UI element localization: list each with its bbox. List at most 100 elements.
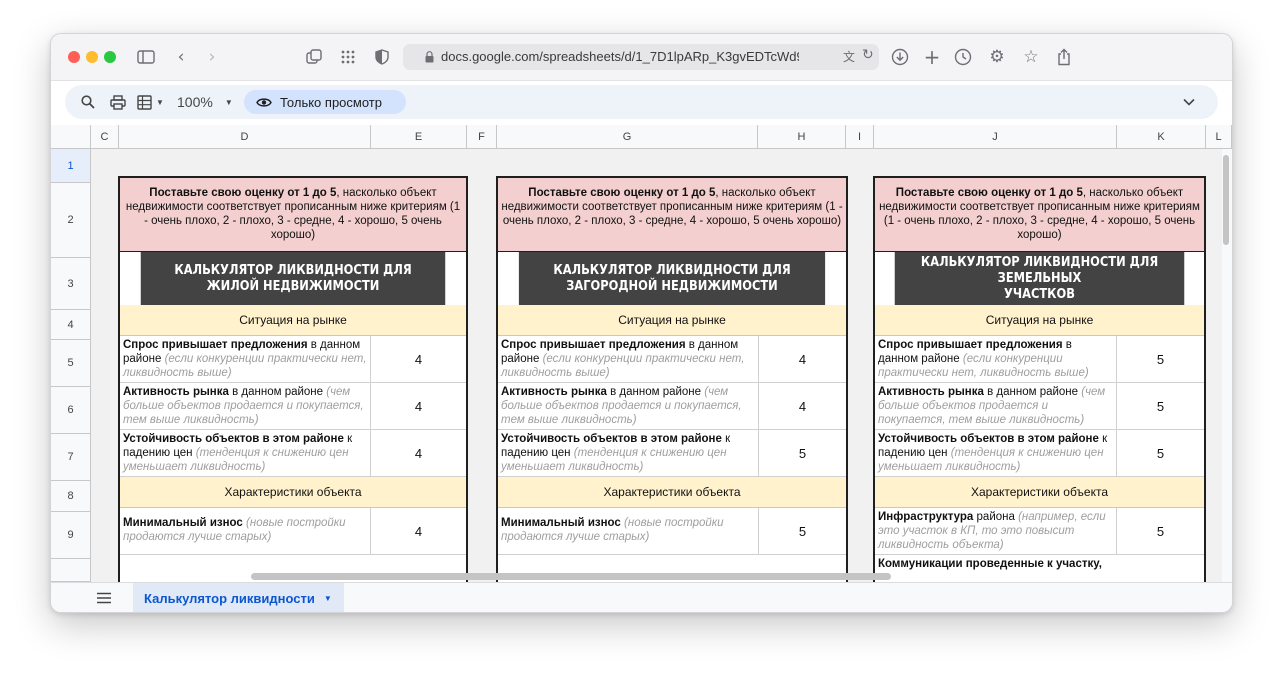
score-cell[interactable]: 4 [370, 383, 466, 430]
sheet-tab-caret-icon: ▼ [323, 593, 332, 603]
row-header[interactable]: 5 [51, 340, 91, 387]
column-header[interactable]: E [371, 125, 467, 149]
table-view-icon[interactable]: ▼ [137, 92, 164, 112]
row-header[interactable]: 9 [51, 512, 91, 559]
column-header[interactable]: H [758, 125, 846, 149]
sheet-tab-bar: Калькулятор ликвидности ▼ [51, 582, 1232, 612]
criterion-cell[interactable]: Устойчивость объектов в этом районе к па… [120, 430, 370, 477]
section-object: Характеристики объекта [120, 477, 466, 508]
calculator-card-country: Поставьте свою оценку от 1 до 5, насколь… [496, 176, 848, 582]
row-header[interactable]: 8 [51, 481, 91, 512]
section-object: Характеристики объекта [498, 477, 846, 508]
row-header[interactable]: 4 [51, 310, 91, 340]
new-tab-icon[interactable]: + [920, 45, 944, 69]
sheets-toolbar: ▼ 100% ▼ Только просмотр [65, 85, 1218, 119]
criterion-cell[interactable]: Минимальный износ (новые постройки прода… [498, 508, 758, 555]
view-only-label: Только просмотр [280, 94, 382, 110]
history-clock-icon[interactable] [951, 45, 975, 69]
view-only-chip[interactable]: Только просмотр [244, 90, 406, 114]
horizontal-scrollbar[interactable] [251, 573, 891, 580]
grid-apps-icon[interactable] [336, 45, 360, 69]
score-cell[interactable]: 4 [758, 336, 846, 383]
row-header[interactable]: 2 [51, 183, 91, 258]
sheet-cells[interactable]: Поставьте свою оценку от 1 до 5, насколь… [91, 149, 1222, 582]
criterion-cell[interactable]: Устойчивость объектов в этом районе к па… [875, 430, 1116, 477]
reload-icon[interactable]: ↻ [862, 47, 874, 63]
column-header[interactable]: I [846, 125, 874, 149]
minimize-window-button[interactable] [86, 51, 98, 63]
collapse-chevron-icon[interactable] [1183, 92, 1195, 112]
vertical-scrollbar[interactable] [1223, 155, 1229, 245]
score-cell[interactable]: 4 [370, 430, 466, 477]
eye-icon [256, 97, 272, 108]
score-cell[interactable]: 5 [758, 430, 846, 477]
column-header[interactable]: F [467, 125, 497, 149]
zoom-value: 100% [177, 94, 213, 110]
url-text: docs.google.com/spreadsheets/d/1_7D1lpAR… [441, 49, 799, 64]
instruction-note: Поставьте свою оценку от 1 до 5, насколь… [120, 178, 466, 252]
downloads-icon[interactable] [888, 45, 912, 69]
column-header[interactable]: K [1117, 125, 1206, 149]
score-cell[interactable]: 5 [1116, 508, 1204, 555]
row-header[interactable]: 6 [51, 387, 91, 434]
score-cell[interactable]: 5 [1116, 336, 1204, 383]
criterion-cell[interactable]: Активность рынка в данном районе (чем бо… [498, 383, 758, 430]
calculator-card-land: Поставьте свою оценку от 1 до 5, насколь… [873, 176, 1206, 582]
score-cell[interactable]: 4 [370, 336, 466, 383]
criterion-cell-partial[interactable]: Коммуникации проведенные к участку, [875, 555, 1204, 582]
criterion-cell[interactable]: Минимальный износ (новые постройки прода… [120, 508, 370, 555]
row-header[interactable] [51, 559, 91, 582]
criterion-cell[interactable]: Спрос привышает предложения в данном рай… [120, 336, 370, 383]
bookmark-star-icon[interactable]: ☆ [1019, 45, 1043, 69]
column-header[interactable]: J [874, 125, 1117, 149]
translate-icon[interactable]: 文 [843, 48, 855, 65]
criterion-cell[interactable]: Спрос привышает предложения в данном рай… [498, 336, 758, 383]
browser-window: ‹ › docs.google.com/spreadsheets/d/1_7D1… [50, 33, 1233, 613]
sheet-tab-label: Калькулятор ликвидности [144, 590, 315, 606]
sheet-tab-active[interactable]: Калькулятор ликвидности ▼ [133, 583, 344, 612]
back-icon[interactable]: ‹ [169, 45, 193, 69]
calculator-card-residential: Поставьте свою оценку от 1 до 5, насколь… [118, 176, 468, 582]
spreadsheet-grid[interactable]: C D E F G H I J K L 1 2 3 4 5 6 7 8 9 По… [51, 125, 1232, 582]
zoom-select[interactable]: 100% ▼ [177, 92, 233, 112]
close-window-button[interactable] [68, 51, 80, 63]
address-bar[interactable]: docs.google.com/spreadsheets/d/1_7D1lpAR… [403, 44, 879, 70]
section-market: Ситуация на рынке [120, 305, 466, 336]
tabs-overview-icon[interactable] [302, 45, 326, 69]
row-header[interactable]: 1 [51, 149, 91, 183]
column-header[interactable]: L [1206, 125, 1232, 149]
sidebar-toggle-icon[interactable] [134, 45, 158, 69]
browser-titlebar: ‹ › docs.google.com/spreadsheets/d/1_7D1… [51, 34, 1232, 81]
instruction-note: Поставьте свою оценку от 1 до 5, насколь… [875, 178, 1204, 252]
criterion-cell[interactable]: Спрос привышает предложения в данном рай… [875, 336, 1116, 383]
score-cell[interactable]: 4 [370, 508, 466, 555]
privacy-shield-icon[interactable] [370, 45, 394, 69]
forward-icon[interactable]: › [200, 45, 224, 69]
all-sheets-menu-icon[interactable] [97, 591, 111, 609]
criterion-cell[interactable]: Инфраструктура района (например, если эт… [875, 508, 1116, 555]
lock-icon [425, 50, 434, 68]
score-cell[interactable]: 4 [758, 383, 846, 430]
section-market: Ситуация на рынке [875, 305, 1204, 336]
share-icon[interactable] [1052, 45, 1076, 69]
instruction-note: Поставьте свою оценку от 1 до 5, насколь… [498, 178, 846, 252]
score-cell[interactable]: 5 [1116, 430, 1204, 477]
card-title: КАЛЬКУЛЯТОР ЛИКВИДНОСТИ ДЛЯ ЗАГОРОДНОЙ НЕ… [518, 252, 826, 305]
search-icon[interactable] [81, 92, 95, 112]
zoom-window-button[interactable] [104, 51, 116, 63]
row-header[interactable]: 3 [51, 258, 91, 310]
criterion-cell[interactable]: Активность рынка в данном районе (чем бо… [875, 383, 1116, 430]
criterion-cell[interactable]: Активность рынка в данном районе (чем бо… [120, 383, 370, 430]
criterion-cell[interactable]: Устойчивость объектов в этом районе к па… [498, 430, 758, 477]
row-header[interactable]: 7 [51, 434, 91, 481]
settings-gear-icon[interactable]: ⚙ [985, 45, 1009, 69]
select-all-corner[interactable] [51, 125, 91, 149]
column-header[interactable]: D [119, 125, 371, 149]
print-icon[interactable] [110, 92, 126, 112]
score-cell[interactable]: 5 [1116, 383, 1204, 430]
zoom-caret-icon: ▼ [224, 97, 233, 107]
column-header[interactable]: G [497, 125, 758, 149]
score-cell[interactable]: 5 [758, 508, 846, 555]
card-title: КАЛЬКУЛЯТОР ЛИКВИДНОСТИ ДЛЯ ЖИЛОЙ НЕДВИЖИ… [140, 252, 446, 305]
column-header[interactable]: C [91, 125, 119, 149]
